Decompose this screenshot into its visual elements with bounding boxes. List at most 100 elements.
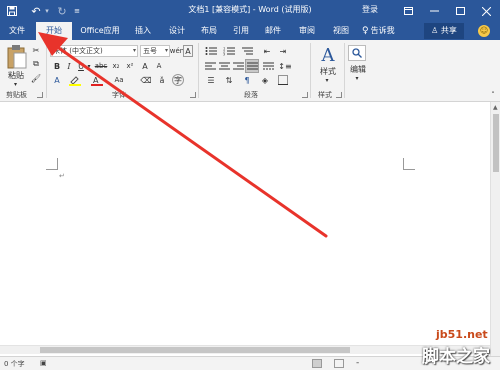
wen-icon[interactable]: wén	[170, 45, 184, 57]
editing-dropdown-icon[interactable]: ▾	[352, 74, 362, 82]
tell-me-box[interactable]: ♀ 告诉我	[362, 22, 395, 40]
enclose-char-icon[interactable]: 字	[172, 74, 184, 86]
lightbulb-icon: ♀	[362, 26, 369, 36]
word-count[interactable]: 0 个字	[4, 359, 25, 369]
vertical-scroll-thumb[interactable]	[493, 114, 499, 172]
multilevel-list-icon[interactable]	[240, 45, 254, 57]
increase-indent-icon[interactable]: ⇥	[276, 45, 290, 57]
justify-icon[interactable]	[245, 59, 259, 73]
minimize-icon[interactable]	[424, 2, 444, 20]
tell-me-label: 告诉我	[370, 26, 395, 35]
word-window: ↶ ▾ ↻ ≡ 文档1 [兼容模式] - Word (试用版) 登录 文件 开始…	[0, 0, 500, 370]
highlight-icon[interactable]	[68, 74, 82, 86]
collapse-ribbon-icon[interactable]: ˄	[488, 90, 498, 100]
phonetic-guide-icon[interactable]: ǎ	[156, 74, 168, 86]
tab-review[interactable]: 审阅	[292, 22, 322, 40]
styles-gallery-icon[interactable]: A	[316, 44, 340, 66]
numbering-icon[interactable]: 123	[222, 45, 236, 57]
clipboard-launcher-icon[interactable]	[37, 92, 43, 98]
editing-button[interactable]: 编辑	[346, 64, 370, 74]
align-center-icon[interactable]	[218, 60, 230, 72]
shading-icon[interactable]: ◈	[258, 74, 272, 86]
scroll-up-icon[interactable]: ▲	[493, 104, 498, 111]
show-marks-icon[interactable]: ¶	[240, 74, 254, 86]
horizontal-scrollbar[interactable]	[0, 345, 490, 354]
tab-mailings[interactable]: 邮件	[258, 22, 288, 40]
print-layout-icon[interactable]	[334, 359, 344, 368]
bullets-icon[interactable]	[204, 45, 218, 57]
borders-icon[interactable]	[276, 74, 290, 86]
underline-button[interactable]: U	[76, 60, 86, 72]
bold-button[interactable]: B	[52, 60, 62, 72]
chinese-layout-icon[interactable]: ☰	[204, 74, 218, 86]
copy-icon[interactable]: ⧉	[30, 58, 42, 70]
font-size-combo[interactable]: 五号 ▾	[140, 45, 170, 57]
paragraph-mark-icon: ↵	[59, 172, 65, 180]
tab-office-apps[interactable]: Office应用	[74, 22, 126, 40]
document-canvas[interactable]: ↵	[0, 102, 490, 356]
feedback-smiley-icon[interactable]: ☺	[478, 25, 490, 37]
tab-insert[interactable]: 插入	[128, 22, 158, 40]
italic-button[interactable]: I	[64, 60, 74, 72]
vertical-scrollbar[interactable]: ▲	[490, 102, 500, 356]
tab-view[interactable]: 视图	[326, 22, 356, 40]
zoom-out-button[interactable]: -	[356, 358, 359, 368]
find-icon[interactable]	[348, 45, 366, 61]
tab-design[interactable]: 设计	[162, 22, 192, 40]
font-name-value: 宋体 (中文正文)	[53, 47, 103, 55]
underline-dropdown-icon[interactable]: ▾	[86, 60, 92, 72]
horizontal-scroll-thumb[interactable]	[40, 347, 350, 353]
margin-corner-top-right	[403, 158, 415, 170]
chevron-down-icon: ▾	[164, 47, 168, 54]
tab-references[interactable]: 引用	[226, 22, 256, 40]
login-link[interactable]: 登录	[362, 4, 378, 15]
customize-qat-icon[interactable]: ≡	[70, 3, 84, 19]
styles-dropdown-icon[interactable]: ▾	[322, 76, 332, 84]
format-painter-icon[interactable]: 🖌	[30, 72, 42, 84]
change-case-button[interactable]: Aa	[112, 74, 126, 86]
close-icon[interactable]	[476, 2, 496, 20]
tab-home[interactable]: 开始	[36, 22, 72, 40]
distributed-icon[interactable]	[262, 60, 274, 72]
ribbon-tabs: 文件 开始 Office应用 插入 设计 布局 引用 邮件 审阅 视图 ♀ 告诉…	[0, 22, 500, 40]
maximize-icon[interactable]	[450, 2, 470, 20]
strikethrough-button[interactable]: abc	[94, 60, 108, 72]
font-color-icon[interactable]: A	[90, 74, 104, 86]
styles-launcher-icon[interactable]	[336, 92, 342, 98]
window-title: 文档1 [兼容模式] - Word (试用版)	[188, 5, 312, 14]
paste-icon[interactable]	[6, 44, 28, 70]
sort-icon[interactable]: ⇅	[222, 74, 236, 86]
ribbon-display-icon[interactable]	[398, 2, 418, 20]
align-left-icon[interactable]	[204, 60, 216, 72]
clear-format-icon[interactable]: ⌫	[140, 74, 152, 86]
grow-font-button[interactable]: A	[140, 60, 150, 72]
superscript-button[interactable]: x²	[124, 60, 136, 72]
line-spacing-icon[interactable]: ↕≡	[278, 60, 292, 72]
align-right-icon[interactable]	[232, 60, 244, 72]
group-divider	[198, 43, 199, 98]
share-button[interactable]: ♙ 共享	[424, 23, 464, 39]
svg-text:3: 3	[223, 53, 225, 57]
subscript-button[interactable]: x₂	[110, 60, 122, 72]
char-border-icon[interactable]: A	[183, 45, 193, 57]
undo-dropdown-icon[interactable]: ▾	[42, 3, 52, 19]
tab-file[interactable]: 文件	[0, 22, 34, 40]
save-icon[interactable]	[4, 3, 20, 19]
margin-corner-top-left	[46, 158, 58, 170]
text-effects-icon[interactable]: A	[52, 74, 62, 86]
read-mode-icon[interactable]	[312, 359, 322, 368]
watermark-site-name: 脚本之家	[422, 347, 490, 367]
cut-icon[interactable]: ✂	[30, 44, 42, 56]
proofing-icon[interactable]: ▣	[40, 359, 47, 367]
group-divider	[46, 43, 47, 98]
redo-icon[interactable]: ↻	[54, 3, 70, 19]
decrease-indent-icon[interactable]: ⇤	[260, 45, 274, 57]
shrink-font-button[interactable]: A	[154, 60, 164, 72]
font-launcher-icon[interactable]	[190, 92, 196, 98]
tab-layout[interactable]: 布局	[194, 22, 224, 40]
svg-text:A: A	[93, 76, 99, 85]
font-name-combo[interactable]: 宋体 (中文正文) ▾	[50, 45, 138, 57]
paste-dropdown-icon[interactable]: ▾	[14, 81, 17, 88]
styles-button[interactable]: 样式	[314, 66, 342, 76]
paragraph-launcher-icon[interactable]	[302, 92, 308, 98]
